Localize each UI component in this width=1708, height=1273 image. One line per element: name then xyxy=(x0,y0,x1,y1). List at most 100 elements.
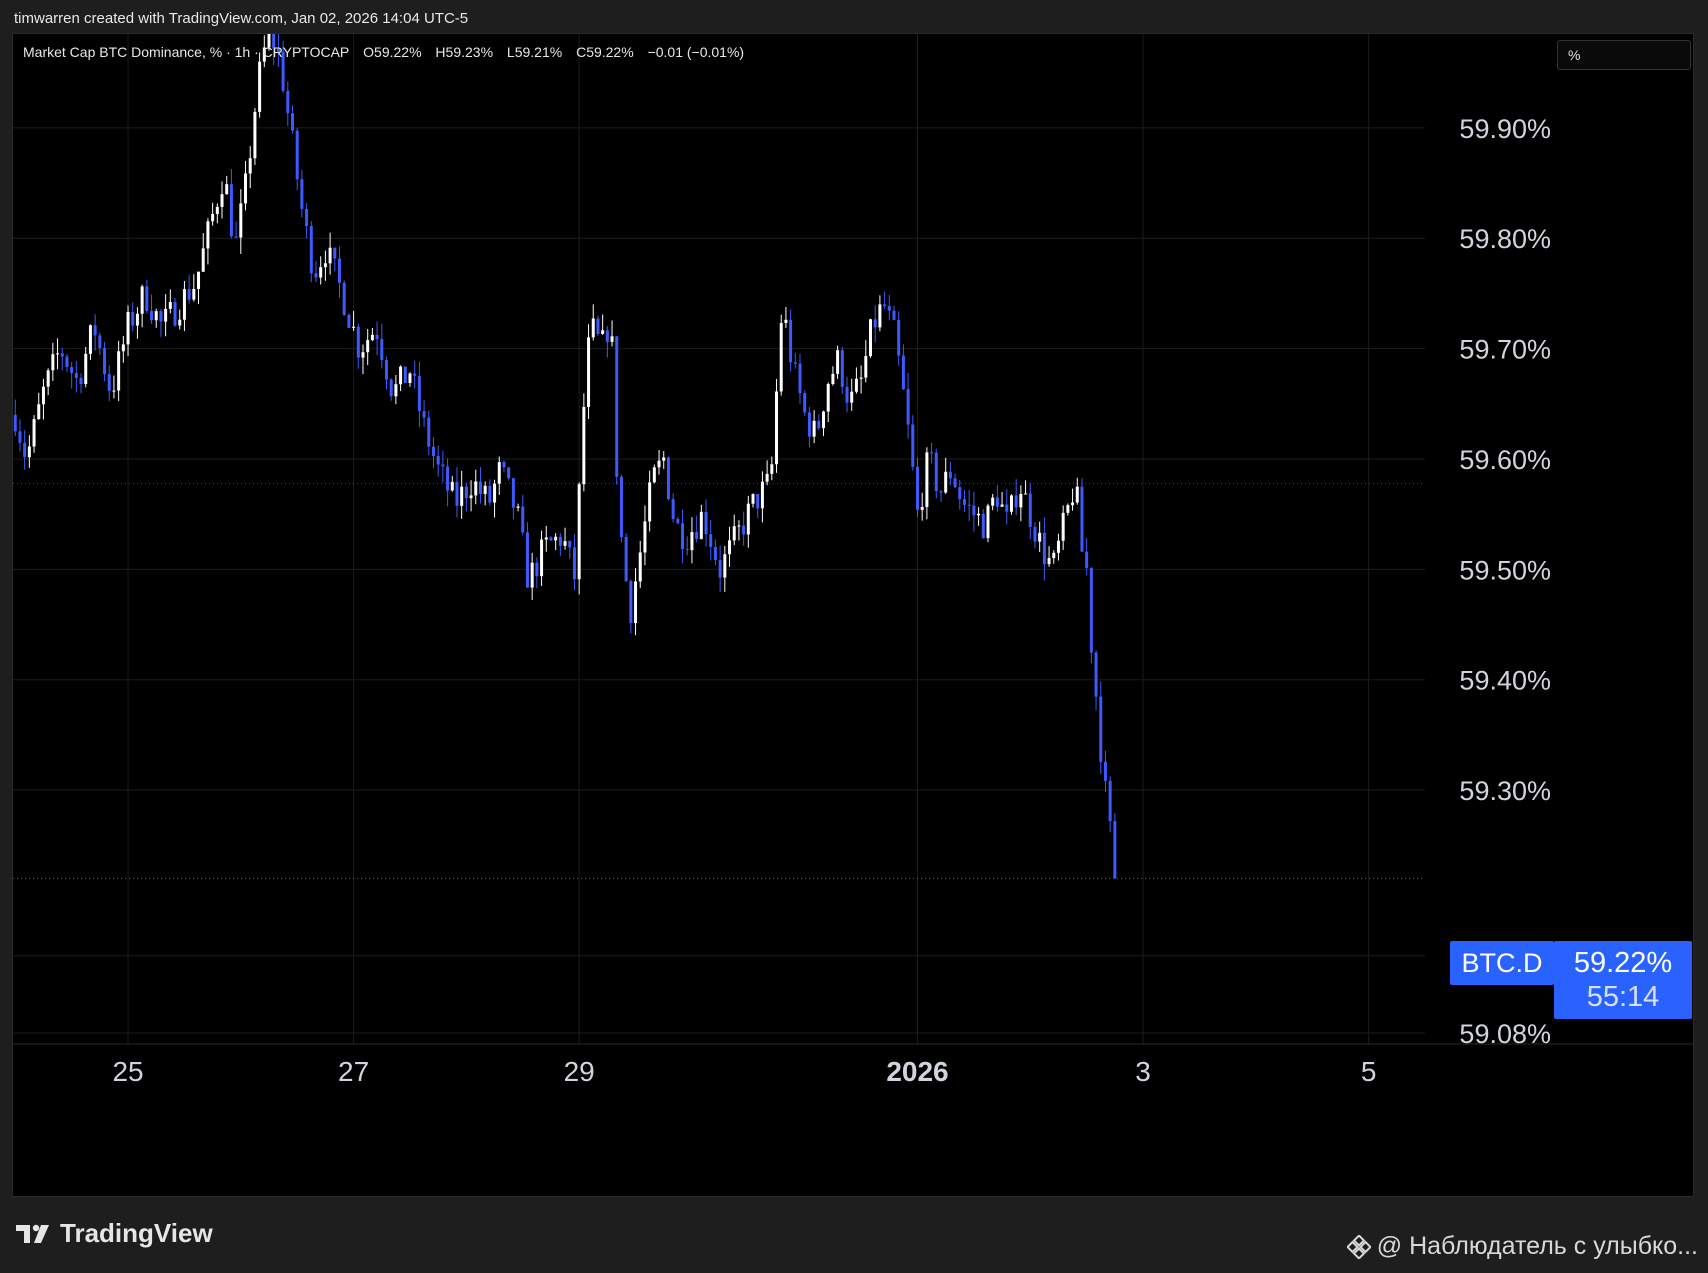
candle xyxy=(88,324,92,360)
candle-body xyxy=(253,111,257,159)
candle-body xyxy=(718,560,722,578)
candle xyxy=(1061,505,1065,550)
candle-body xyxy=(258,61,262,112)
candle xyxy=(1056,533,1060,561)
candle-body xyxy=(145,286,149,312)
candle-body xyxy=(1066,505,1070,513)
candle xyxy=(685,536,689,556)
candle-body xyxy=(826,383,830,412)
candle-body xyxy=(648,482,652,522)
candle xyxy=(56,338,60,370)
candle-body xyxy=(995,497,999,507)
candle xyxy=(807,406,811,448)
candle xyxy=(337,246,341,298)
candle xyxy=(220,181,224,219)
bar-countdown: 55:14 xyxy=(1586,981,1660,1013)
candle xyxy=(342,280,346,317)
candle xyxy=(215,203,219,224)
candle-body xyxy=(56,353,60,355)
candle xyxy=(399,365,403,392)
candle xyxy=(901,344,905,390)
last-price-badge: 59.22% 55:14 xyxy=(1554,941,1692,1019)
candle-body xyxy=(605,330,609,342)
candle-body xyxy=(831,373,835,384)
candle-body xyxy=(1056,540,1060,553)
candle xyxy=(178,309,182,330)
candle xyxy=(135,307,139,339)
candle-body xyxy=(1061,512,1065,541)
candle xyxy=(258,52,262,118)
tradingview-logo[interactable]: TradingView xyxy=(16,1218,213,1249)
candle-body xyxy=(460,486,464,506)
candle xyxy=(742,511,746,546)
candle xyxy=(98,332,102,355)
candle-body xyxy=(563,541,567,546)
candle-body xyxy=(643,521,647,553)
candle xyxy=(737,520,741,541)
candle-body xyxy=(634,581,638,624)
legend-low: L59.21% xyxy=(506,44,563,60)
candle-body xyxy=(568,541,572,548)
candle-body xyxy=(728,540,732,555)
candle-body xyxy=(812,420,816,437)
candle xyxy=(112,375,116,399)
candle-body xyxy=(140,286,144,314)
candle xyxy=(746,495,750,548)
candle-body xyxy=(361,352,365,358)
candle xyxy=(1066,503,1070,516)
candle xyxy=(995,485,999,512)
candle-body xyxy=(784,319,788,324)
candle-body xyxy=(577,484,581,580)
candle-body xyxy=(516,506,520,508)
candle xyxy=(605,325,609,358)
candle xyxy=(911,415,915,471)
candle xyxy=(323,250,327,281)
candle-body xyxy=(41,386,45,405)
price-axis[interactable]: 59.90% 59.80% 59.70% 59.60% 59.50% 59.40% 59.3… xyxy=(1459,114,1551,1049)
candle-body xyxy=(291,113,295,131)
candle xyxy=(229,168,233,239)
candle-body xyxy=(530,562,534,588)
candle xyxy=(704,499,708,547)
price-tick-label: 59.50% xyxy=(1459,555,1551,585)
candle xyxy=(798,354,802,404)
candle xyxy=(948,461,952,486)
candle xyxy=(70,362,74,389)
price-chart[interactable]: 59.90% 59.80% 59.70% 59.60% 59.50% 59.40% 59.3… xyxy=(13,34,1694,1197)
candle-body xyxy=(859,377,863,379)
candle-body xyxy=(582,406,586,485)
candle-body xyxy=(629,581,633,624)
candle-body xyxy=(154,311,158,321)
scale-mode-button[interactable]: % xyxy=(1557,40,1691,70)
candle xyxy=(873,305,877,343)
candle-body xyxy=(789,319,793,363)
candle-body xyxy=(915,466,919,510)
candle xyxy=(953,473,957,489)
price-tick-label: 59.60% xyxy=(1459,445,1551,475)
candle-body xyxy=(37,404,41,420)
candle-body xyxy=(948,471,952,479)
time-axis[interactable]: 25 27 29 2026 3 5 xyxy=(112,1056,1376,1087)
candle-body xyxy=(352,326,356,328)
candle-body xyxy=(934,452,938,492)
candle-body xyxy=(126,311,130,345)
candle-body xyxy=(746,503,750,535)
candle-body xyxy=(417,375,421,412)
candle xyxy=(699,504,703,540)
candle-body xyxy=(681,523,685,550)
chart-panel[interactable]: 59.90% 59.80% 59.70% 59.60% 59.50% 59.40% 59.3… xyxy=(12,33,1694,1197)
candle xyxy=(897,311,901,366)
candle xyxy=(713,539,717,566)
candle-body xyxy=(850,391,854,403)
candle xyxy=(1009,494,1013,515)
last-price: 59.22% xyxy=(1573,947,1673,979)
candle-body xyxy=(502,462,506,468)
candle-body xyxy=(234,236,238,238)
candle-body xyxy=(854,378,858,392)
candle xyxy=(464,482,468,512)
candle-body xyxy=(845,386,849,403)
candle xyxy=(450,475,454,492)
candle-body xyxy=(1047,558,1051,565)
candle-body xyxy=(103,348,107,375)
candle xyxy=(760,471,764,523)
